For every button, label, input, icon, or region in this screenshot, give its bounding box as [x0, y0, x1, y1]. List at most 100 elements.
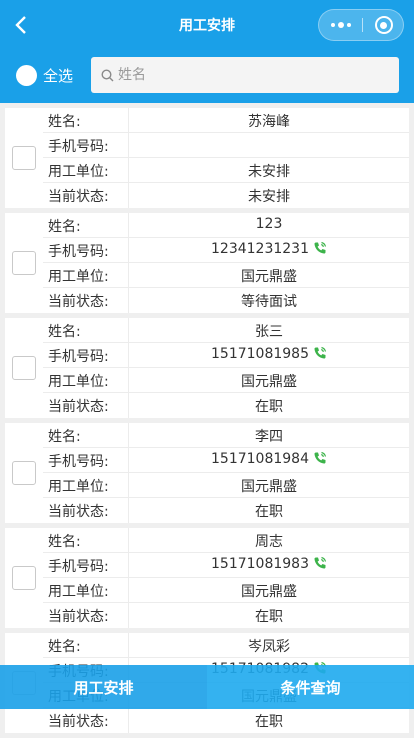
field-label-status: 当前状态:: [48, 504, 109, 520]
worker-card: 姓名: 苏海峰 手机号码: 用工单位: 未安排 当前状态: 未安排: [5, 108, 409, 208]
row-checkbox[interactable]: [12, 146, 36, 170]
field-label-status: 当前状态:: [48, 609, 109, 625]
field-row-status: 当前状态: 在职: [43, 393, 409, 418]
field-label-status: 当前状态:: [48, 189, 109, 205]
field-value-text: 苏海峰: [248, 114, 290, 130]
field-value-company: 国元鼎盛: [129, 371, 409, 391]
field-value-name: 张三: [129, 321, 409, 341]
worker-card: 姓名: 周志 手机号码: 15171081983 用工单位: 国元鼎盛 当前状态: 在职: [5, 528, 409, 628]
field-row-status: 当前状态: 在职: [43, 603, 409, 628]
field-value-phone: 15171081983: [129, 556, 409, 572]
field-value-status: 未安排: [129, 186, 409, 206]
nav-bar: 用工安排: [0, 0, 414, 50]
field-value-company: 国元鼎盛: [129, 476, 409, 496]
field-label-status: 当前状态:: [48, 294, 109, 310]
field-row-name: 姓名: 123: [43, 213, 409, 238]
phone-call-icon[interactable]: [313, 556, 327, 570]
field-value-company: 国元鼎盛: [129, 581, 409, 601]
field-value-status: 在职: [129, 396, 409, 416]
field-label-company: 用工单位:: [48, 269, 109, 285]
field-value-phone: 15171081984: [129, 451, 409, 467]
target-icon: [374, 16, 393, 34]
field-value-text: 等待面试: [241, 294, 297, 310]
field-value-text: 15171081983: [211, 556, 309, 572]
field-value-name: 周志: [129, 531, 409, 551]
field-label-phone: 手机号码:: [48, 559, 109, 575]
phone-call-icon[interactable]: [313, 346, 327, 360]
field-row-status: 当前状态: 未安排: [43, 183, 409, 208]
field-row-company: 用工单位: 国元鼎盛: [43, 473, 409, 498]
field-value-text: 国元鼎盛: [241, 269, 297, 285]
field-value-text: 未安排: [248, 189, 290, 205]
field-value-text: 12341231231: [211, 241, 309, 257]
field-label-name: 姓名:: [48, 219, 81, 235]
field-label-phone: 手机号码:: [48, 454, 109, 470]
field-row-phone: 手机号码: 15171081984: [43, 448, 409, 473]
row-checkbox[interactable]: [12, 461, 36, 485]
select-all-toggle[interactable]: 全选: [16, 64, 73, 86]
select-all-radio[interactable]: [16, 64, 37, 86]
field-value-text: 在职: [255, 399, 283, 415]
field-label-status: 当前状态:: [48, 714, 109, 730]
row-checkbox[interactable]: [12, 251, 36, 275]
field-label-name: 姓名:: [48, 324, 81, 340]
field-value-text: 张三: [255, 324, 283, 340]
field-value-text: 123: [255, 216, 283, 232]
field-label-company: 用工单位:: [48, 374, 109, 390]
field-row-status: 当前状态: 在职: [43, 498, 409, 523]
field-value-name: 苏海峰: [129, 111, 409, 131]
field-value-text: 国元鼎盛: [241, 374, 297, 390]
field-value-name: 李四: [129, 426, 409, 446]
phone-call-icon[interactable]: [313, 241, 327, 255]
arrange-button[interactable]: 用工安排: [0, 665, 207, 709]
row-checkbox[interactable]: [12, 566, 36, 590]
field-value-text: 周志: [255, 534, 283, 550]
field-value-text: 未安排: [248, 164, 290, 180]
field-value-status: 在职: [129, 606, 409, 626]
query-button[interactable]: 条件查询: [207, 665, 414, 709]
field-row-company: 用工单位: 国元鼎盛: [43, 263, 409, 288]
bottom-bar: 用工安排 条件查询: [0, 665, 414, 709]
row-checkbox[interactable]: [12, 356, 36, 380]
field-row-company: 用工单位: 国元鼎盛: [43, 578, 409, 603]
phone-call-icon[interactable]: [313, 451, 327, 465]
field-row-name: 姓名: 张三: [43, 318, 409, 343]
field-value-status: 在职: [129, 501, 409, 521]
search-input[interactable]: [118, 67, 378, 83]
field-label-company: 用工单位:: [48, 584, 109, 600]
field-row-phone: 手机号码: 15171081985: [43, 343, 409, 368]
field-row-phone: 手机号码: 12341231231: [43, 238, 409, 263]
field-row-status: 当前状态: 在职: [43, 708, 409, 733]
select-all-label: 全选: [43, 66, 74, 85]
field-row-company: 用工单位: 国元鼎盛: [43, 368, 409, 393]
worker-card: 姓名: 123 手机号码: 12341231231 用工单位: 国元鼎盛当前状态: 等待面试: [5, 213, 409, 313]
field-value-text: 在职: [255, 609, 283, 625]
field-label-phone: 手机号码:: [48, 244, 109, 260]
field-row-phone: 手机号码:: [43, 133, 409, 158]
field-value-name: 岑凤彩: [129, 636, 409, 656]
column-divider: [128, 133, 129, 158]
header: 用工安排 全选: [0, 0, 414, 103]
field-row-phone: 手机号码: 15171081983: [43, 553, 409, 578]
worker-card: 姓名: 李四手机号码: 15171081984 用工单位: 国元鼎盛当前状态: 在职: [5, 423, 409, 523]
field-label-name: 姓名:: [48, 639, 81, 655]
more-button[interactable]: [319, 10, 362, 40]
worker-card: 姓名: 张三手机号码: 15171081985 用工单位: 国元鼎盛当前状态: 在职: [5, 318, 409, 418]
field-value-text: 国元鼎盛: [241, 584, 297, 600]
field-value-text: 国元鼎盛: [241, 479, 297, 495]
search-box[interactable]: [91, 57, 399, 93]
mini-program-capsule: [318, 9, 404, 41]
field-row-name: 姓名: 李四: [43, 423, 409, 448]
field-value-status: 在职: [129, 711, 409, 731]
field-label-phone: 手机号码:: [48, 349, 109, 365]
field-value-status: 等待面试: [129, 291, 409, 311]
close-button[interactable]: [363, 10, 404, 40]
field-label-company: 用工单位:: [48, 164, 109, 180]
field-label-company: 用工单位:: [48, 479, 109, 495]
search-icon: [101, 68, 114, 81]
field-value-phone: 12341231231: [129, 241, 409, 257]
worker-list: 姓名: 苏海峰 手机号码: 用工单位: 未安排 当前状态: 未安排 姓名: 123 手机号码: 12…: [5, 108, 409, 738]
field-value-text: 在职: [255, 714, 283, 730]
field-value-phone: 15171081985: [129, 346, 409, 362]
field-label-name: 姓名:: [48, 114, 81, 130]
